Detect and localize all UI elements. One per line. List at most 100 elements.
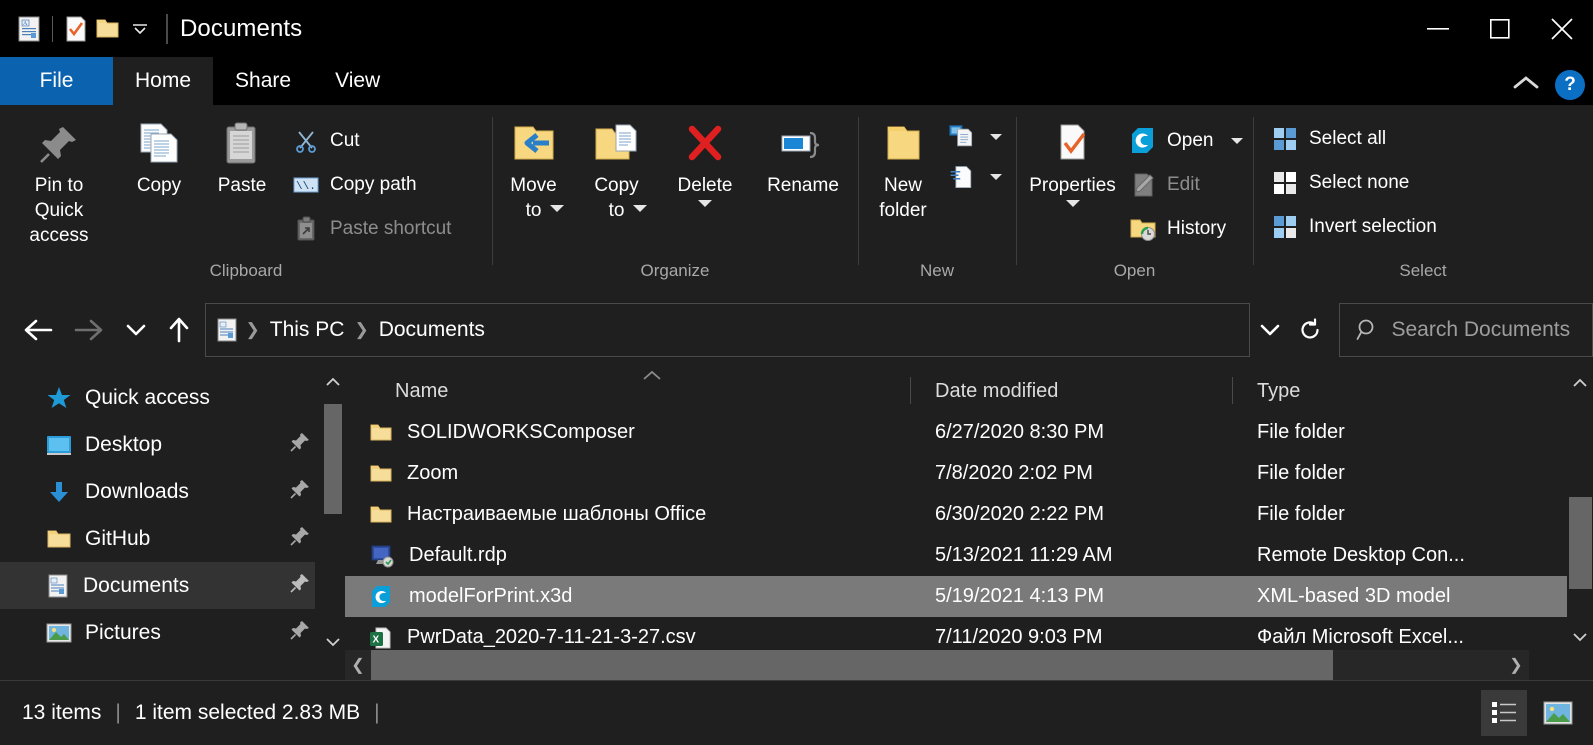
column-header-name[interactable]: Name xyxy=(345,370,923,412)
table-row[interactable]: Настраиваемые шаблоны Office 6/30/2020 2… xyxy=(345,494,1593,535)
sidebar-item-documents[interactable]: Documents xyxy=(0,562,315,609)
copy-to-caret-icon[interactable] xyxy=(632,205,647,212)
scroll-up-icon[interactable] xyxy=(1567,370,1593,396)
scroll-left-icon[interactable]: ❮ xyxy=(345,650,371,680)
table-row[interactable]: Default.rdp 5/13/2021 11:29 AM Remote De… xyxy=(345,535,1593,576)
new-item-button[interactable] xyxy=(948,117,1010,157)
properties-check-icon[interactable] xyxy=(60,13,92,45)
tab-home[interactable]: Home xyxy=(113,57,214,105)
large-icons-view-button[interactable] xyxy=(1535,690,1581,736)
minimize-button[interactable] xyxy=(1407,0,1469,57)
sidebar-scrollbar[interactable] xyxy=(321,370,345,680)
scroll-down-icon[interactable] xyxy=(1567,624,1593,650)
move-to-caret-icon[interactable] xyxy=(549,205,564,212)
up-button[interactable] xyxy=(159,307,198,353)
properties-button[interactable]: Properties xyxy=(1016,115,1129,207)
pin-icon[interactable] xyxy=(289,431,311,459)
sidebar-item-desktop[interactable]: Desktop xyxy=(0,421,345,468)
select-none-button[interactable]: Select none xyxy=(1271,161,1445,205)
pin-icon[interactable] xyxy=(289,525,311,553)
ribbon-group-label-new: New xyxy=(919,261,954,280)
tab-share[interactable]: Share xyxy=(213,57,313,105)
back-button[interactable] xyxy=(18,307,57,353)
easy-access-caret-icon[interactable] xyxy=(990,174,1002,180)
sidebar-item-pictures[interactable]: Pictures xyxy=(0,609,345,656)
new-item-caret-icon[interactable] xyxy=(990,134,1002,140)
pin-to-quick-access-button[interactable]: Pin to Quick access xyxy=(0,115,118,248)
easy-access-button[interactable] xyxy=(948,157,1010,197)
delete-button[interactable]: Delete xyxy=(658,115,752,207)
open-caret-icon[interactable] xyxy=(1231,138,1244,144)
sidebar-item-github[interactable]: GitHub xyxy=(0,515,345,562)
scroll-up-icon[interactable] xyxy=(321,370,345,394)
file-name: modelForPrint.x3d xyxy=(409,585,573,607)
select-all-button[interactable]: Select all xyxy=(1271,117,1445,161)
vertical-scroll-thumb[interactable] xyxy=(1569,497,1592,589)
delete-caret-icon[interactable] xyxy=(698,200,712,207)
tab-view[interactable]: View xyxy=(313,57,402,105)
rename-icon xyxy=(777,115,829,173)
paste-button[interactable]: Paste xyxy=(200,115,284,198)
pin-icon[interactable] xyxy=(289,572,311,600)
maximize-button[interactable] xyxy=(1469,0,1531,57)
move-to-button[interactable]: Move to xyxy=(492,115,575,221)
tab-file[interactable]: File xyxy=(0,57,113,105)
copy-to-button[interactable]: Copy to xyxy=(575,115,658,221)
address-input[interactable]: ❯ This PC ❯ Documents xyxy=(204,303,1250,357)
address-bar: ❯ This PC ❯ Documents Search Documents xyxy=(0,290,1593,370)
properties-doc-icon[interactable]: A xyxy=(13,13,45,45)
ribbon: Pin to Quick access Copy Paste Cut \\. C… xyxy=(0,105,1593,290)
column-header-type[interactable]: Type xyxy=(1232,370,1545,412)
window-title: Documents xyxy=(180,14,303,42)
search-box[interactable]: Search Documents xyxy=(1338,303,1593,357)
pin-icon[interactable] xyxy=(289,619,311,647)
new-folder-icon[interactable] xyxy=(92,13,124,45)
forward-button[interactable] xyxy=(69,307,108,353)
invert-selection-button[interactable]: Invert selection xyxy=(1271,205,1445,249)
table-row[interactable]: SOLIDWORKSComposer 6/27/2020 8:30 PM Fil… xyxy=(345,412,1593,453)
file-name: Default.rdp xyxy=(409,544,507,566)
rdp-icon xyxy=(369,544,395,568)
open-button[interactable]: Open xyxy=(1129,119,1251,163)
horizontal-scroll-thumb[interactable] xyxy=(371,650,1333,680)
scroll-right-icon[interactable]: ❯ xyxy=(1503,650,1529,680)
refresh-icon[interactable] xyxy=(1290,304,1330,356)
paste-shortcut-button[interactable]: Paste shortcut xyxy=(292,207,459,251)
ribbon-group-organize: Move to Copy to Delete Rename Organize xyxy=(492,105,858,290)
file-list-pane: Name Date modified Type SOLIDWORKSCompos… xyxy=(345,370,1593,680)
folder-icon xyxy=(369,463,393,485)
edit-button[interactable]: Edit xyxy=(1129,163,1251,207)
rename-button[interactable]: Rename xyxy=(752,115,854,198)
sidebar-scroll-thumb[interactable] xyxy=(324,404,342,514)
table-row[interactable]: modelForPrint.x3d 5/19/2021 4:13 PM XML-… xyxy=(345,576,1593,617)
ribbon-group-label-clipboard: Clipboard xyxy=(209,261,283,280)
main-content: Quick access Desktop Downloads GitHub Do… xyxy=(0,370,1593,680)
quick-access-toolbar: A Documents xyxy=(0,13,302,45)
cut-button[interactable]: Cut xyxy=(292,119,459,163)
copy-path-button[interactable]: \\.. Copy path xyxy=(292,163,459,207)
select-none-label: Select none xyxy=(1309,172,1410,193)
breadcrumb-this-pc[interactable]: This PC xyxy=(264,318,351,342)
properties-caret-icon[interactable] xyxy=(1065,200,1080,207)
breadcrumb-documents[interactable]: Documents xyxy=(373,318,491,342)
copy-button[interactable]: Copy xyxy=(118,115,200,198)
scroll-down-icon[interactable] xyxy=(321,630,345,654)
search-input[interactable]: Search Documents xyxy=(1392,318,1571,342)
help-button[interactable]: ? xyxy=(1555,70,1585,100)
horizontal-scrollbar[interactable]: ❮ ❯ xyxy=(345,650,1529,680)
sidebar-item-downloads[interactable]: Downloads xyxy=(0,468,345,515)
column-header-date-modified[interactable]: Date modified xyxy=(910,370,1245,412)
customize-qat-dropdown[interactable] xyxy=(124,13,156,45)
previous-locations-dropdown[interactable] xyxy=(1250,304,1290,356)
close-button[interactable] xyxy=(1531,0,1593,57)
sidebar-item-quick-access[interactable]: Quick access xyxy=(0,374,345,421)
pin-icon[interactable] xyxy=(289,478,311,506)
history-button[interactable]: History xyxy=(1129,207,1251,251)
details-view-button[interactable] xyxy=(1481,689,1527,736)
collapse-ribbon-chevron-icon[interactable] xyxy=(1511,74,1541,97)
file-name-cell: Zoom xyxy=(345,462,923,485)
new-folder-button[interactable]: New folder xyxy=(858,115,948,223)
table-row[interactable]: Zoom 7/8/2020 2:02 PM File folder xyxy=(345,453,1593,494)
vertical-scrollbar[interactable] xyxy=(1567,370,1593,680)
recent-locations-button[interactable] xyxy=(116,307,155,353)
